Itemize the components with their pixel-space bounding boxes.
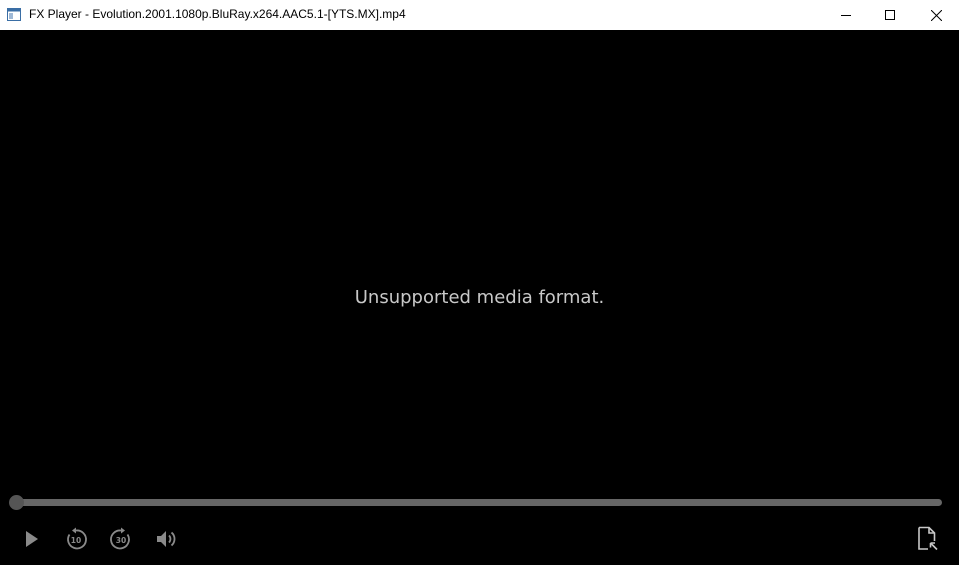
close-icon	[930, 9, 942, 21]
title-bar[interactable]: FX Player - Evolution.2001.1080p.BluRay.…	[0, 0, 959, 30]
window-title: FX Player - Evolution.2001.1080p.BluRay.…	[29, 7, 406, 21]
rewind-label: 10	[71, 536, 81, 545]
open-file-button[interactable]	[914, 526, 940, 552]
open-file-icon	[918, 526, 938, 551]
rewind-10-icon: 10	[67, 527, 87, 550]
forward-30-button[interactable]: 30	[108, 526, 134, 552]
minimize-button[interactable]	[823, 0, 869, 30]
play-icon	[26, 531, 38, 547]
volume-button[interactable]	[153, 526, 179, 552]
forward-label: 30	[116, 536, 126, 545]
maximize-icon	[885, 10, 895, 20]
close-button[interactable]	[913, 0, 959, 30]
play-button[interactable]	[19, 526, 45, 552]
status-message: Unsupported media format.	[354, 287, 605, 308]
video-area[interactable]: Unsupported media format.	[0, 30, 959, 500]
maximize-button[interactable]	[867, 0, 913, 30]
player-window: FX Player - Evolution.2001.1080p.BluRay.…	[0, 0, 959, 565]
forward-30-icon: 30	[110, 527, 130, 550]
seek-bar[interactable]	[16, 499, 942, 506]
seek-handle[interactable]	[9, 495, 24, 510]
volume-icon	[157, 531, 176, 547]
app-icon	[7, 8, 21, 21]
minimize-icon	[841, 15, 851, 16]
rewind-10-button[interactable]: 10	[63, 526, 89, 552]
